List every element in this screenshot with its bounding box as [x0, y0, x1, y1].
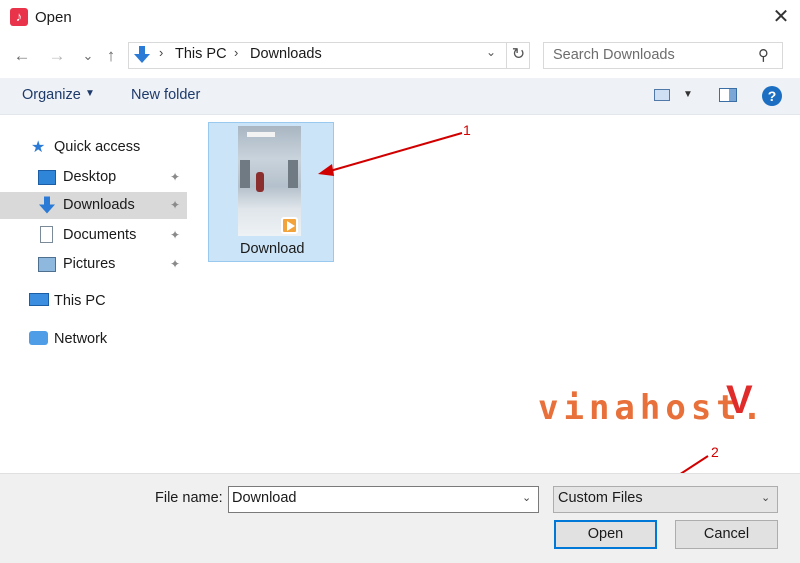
file-name-input[interactable]: Download [232, 490, 297, 506]
annotation-number-2: 2 [711, 444, 719, 460]
cancel-button-label[interactable]: Cancel [675, 526, 778, 542]
open-button-label[interactable]: Open [554, 526, 657, 542]
annotation-arrow-1 [329, 132, 463, 172]
annotation-number-1: 1 [463, 122, 471, 138]
annotation-arrowhead-1 [318, 164, 334, 176]
file-name-field-label: File name: [155, 490, 223, 506]
chevron-down-icon[interactable]: ⌄ [761, 491, 770, 504]
chevron-down-icon[interactable]: ⌄ [522, 491, 531, 504]
file-type-value[interactable]: Custom Files [558, 490, 643, 506]
